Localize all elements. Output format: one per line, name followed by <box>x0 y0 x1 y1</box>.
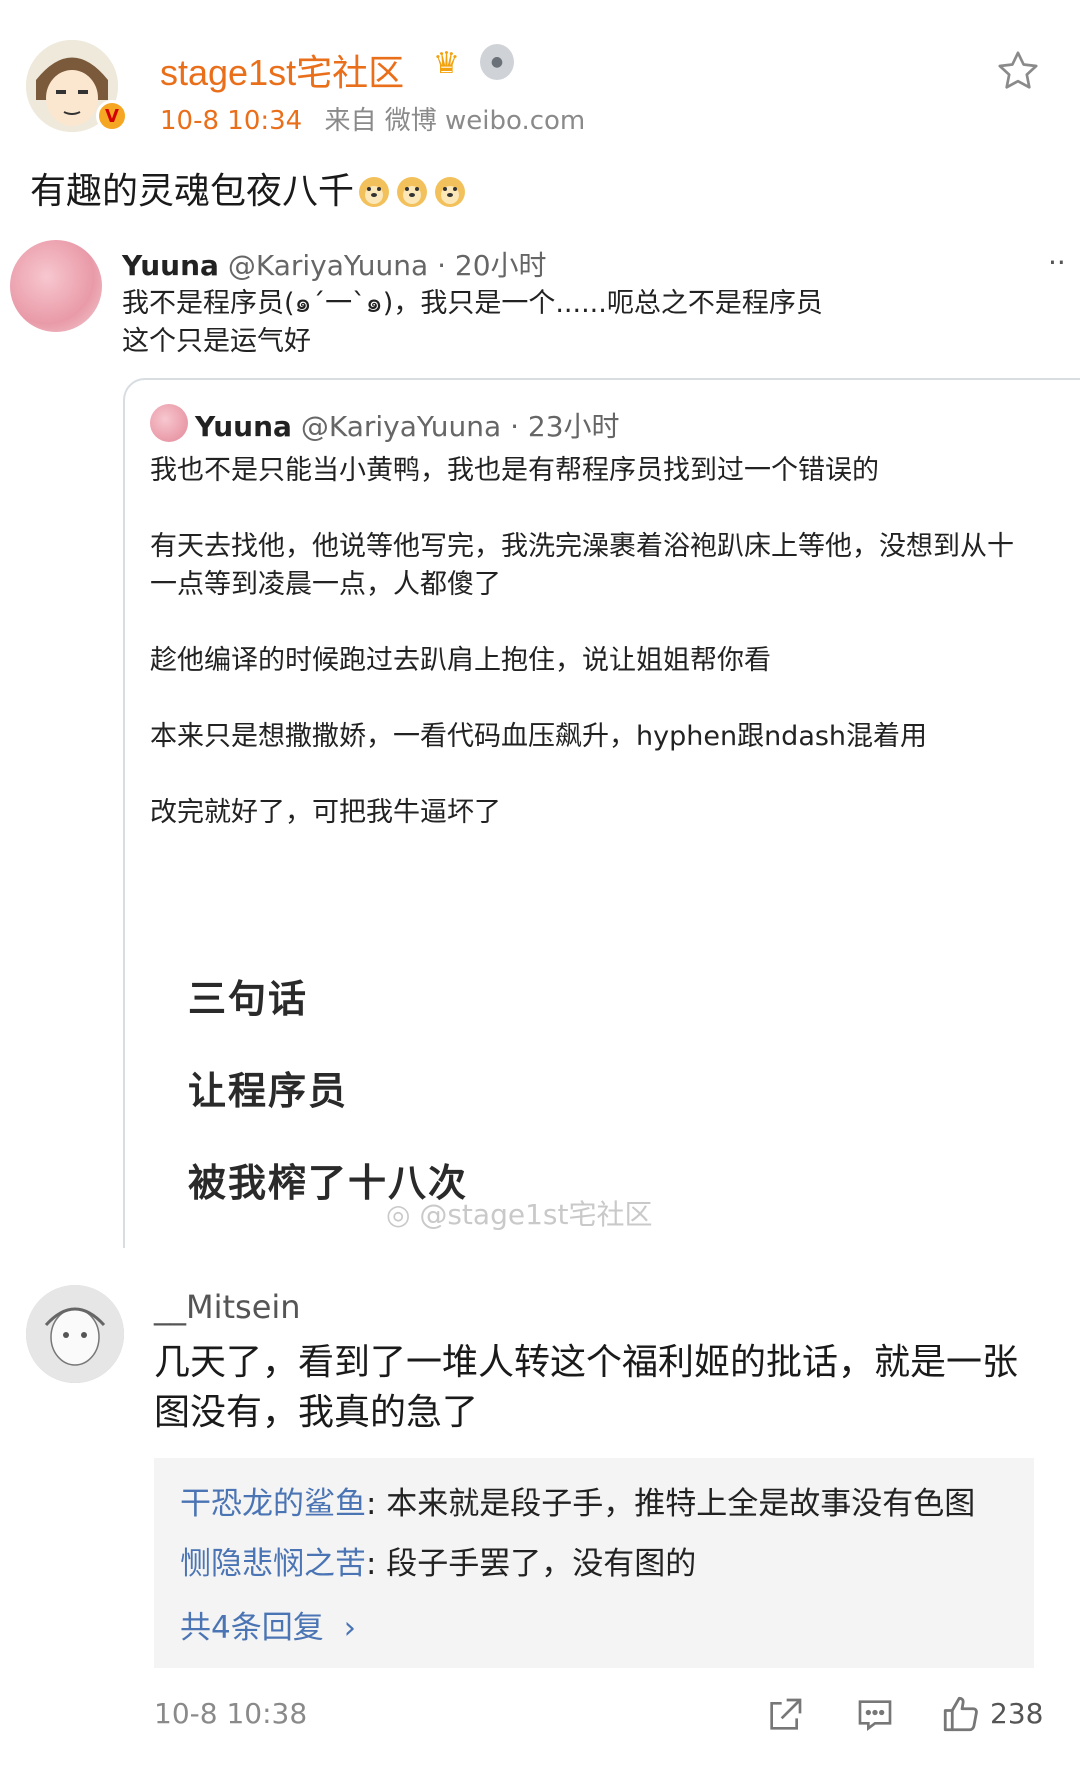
post-meta: 10-8 10:34 来自 微博 weibo.com <box>160 100 585 137</box>
reply-text: : 段子手罢了，没有图的 <box>366 1546 697 1582</box>
post-text: 有趣的灵魂包夜八千 <box>30 162 468 214</box>
weibo-logo-icon: ◎ <box>386 1198 411 1231</box>
crown-badge-icon: ♛ <box>433 46 460 81</box>
tweet-author: Yuuna @KariyaYuuna · 20小时 <box>122 244 547 284</box>
quoted-paragraph: 趁他编译的时候跑过去趴肩上抱住，说让姐姐帮你看 <box>150 645 771 676</box>
image-caption-line: 让程序员 <box>188 1069 349 1113</box>
more-options-icon: ·· <box>1048 246 1066 279</box>
reply-author[interactable]: 干恐龙的鲨鱼 <box>180 1486 366 1522</box>
doge-emoji-icon <box>432 173 468 209</box>
quoted-paragraph: 改完就好了，可把我牛逼坏了 <box>150 797 501 828</box>
tweet-line: 我不是程序员(๑ˊ一ˋ๑)，我只是一个......呃总之不是程序员 <box>122 288 823 319</box>
more-replies-link[interactable]: 共4条回复 › <box>180 1602 356 1647</box>
quoted-author-handle: @KariyaYuuna · 23小时 <box>300 410 620 443</box>
comment-icon[interactable] <box>855 1695 895 1735</box>
image-caption-line: 三句话 <box>188 977 309 1021</box>
comment-time: 10-8 10:38 <box>154 1697 308 1730</box>
comment-text: 几天了，看到了一堆人转这个福利姬的批话，就是一张图没有，我真的急了 <box>154 1342 1019 1433</box>
doge-emoji-icon <box>394 173 430 209</box>
reply-item[interactable]: 恻隐悲悯之苦: 段子手罢了，没有图的 <box>180 1538 696 1583</box>
reply-text: : 本来就是段子手，推特上全是故事没有色图 <box>366 1486 976 1522</box>
quoted-paragraph: 一点等到凌晨一点，人都傻了 <box>150 569 501 600</box>
chevron-right-icon: › <box>343 1610 356 1646</box>
quoted-avatar <box>150 404 188 442</box>
watermark-text: @stage1st宅社区 <box>419 1198 653 1231</box>
reply-item[interactable]: 干恐龙的鲨鱼: 本来就是段子手，推特上全是故事没有色图 <box>180 1478 975 1523</box>
source-prefix: 来自 <box>324 106 377 136</box>
medal-badge-icon: ● <box>480 44 514 80</box>
verified-badge-icon: V <box>96 100 128 132</box>
tweet-author-handle: @KariyaYuuna · 20小时 <box>227 249 547 282</box>
reply-author[interactable]: 恻隐悲悯之苦 <box>180 1546 366 1582</box>
share-icon[interactable] <box>765 1695 805 1735</box>
like-thumb-icon[interactable] <box>940 1693 980 1733</box>
post-source: 微博 weibo.com <box>384 106 586 136</box>
tweet-line: 这个只是运气好 <box>122 326 311 357</box>
post-text-content: 有趣的灵魂包夜八千 <box>30 171 355 212</box>
comment-author-name[interactable]: __Mitsein <box>154 1288 301 1326</box>
tweet-text: 我不是程序员(๑ˊ一ˋ๑)，我只是一个......呃总之不是程序员 这个只是运气… <box>122 285 823 361</box>
post-time: 10-8 10:34 <box>160 106 303 136</box>
post-author-name[interactable]: stage1st宅社区 <box>160 44 404 96</box>
watermark: ◎ @stage1st宅社区 <box>386 1193 652 1233</box>
like-count: 238 <box>990 1697 1044 1730</box>
quoted-paragraph: 有天去找他，他说等他写完，我洗完澡裹着浴袍趴床上等他，没想到从十 <box>150 531 1014 562</box>
quoted-author: Yuuna @KariyaYuuna · 23小时 <box>195 405 620 445</box>
quoted-paragraph: 本来只是想撒撒娇，一看代码血压飙升，hyphen跟ndash混着用 <box>150 721 928 752</box>
comment-avatar[interactable] <box>26 1285 124 1383</box>
doge-emoji-icon <box>356 173 392 209</box>
quoted-paragraph: 我也不是只能当小黄鸭，我也是有帮程序员找到过一个错误的 <box>150 455 879 486</box>
quoted-author-name: Yuuna <box>195 410 292 443</box>
more-replies-label: 共4条回复 <box>180 1610 324 1646</box>
tweet-author-name: Yuuna <box>122 249 219 282</box>
favorite-star-icon[interactable] <box>995 48 1041 94</box>
tweet-avatar <box>10 240 102 332</box>
